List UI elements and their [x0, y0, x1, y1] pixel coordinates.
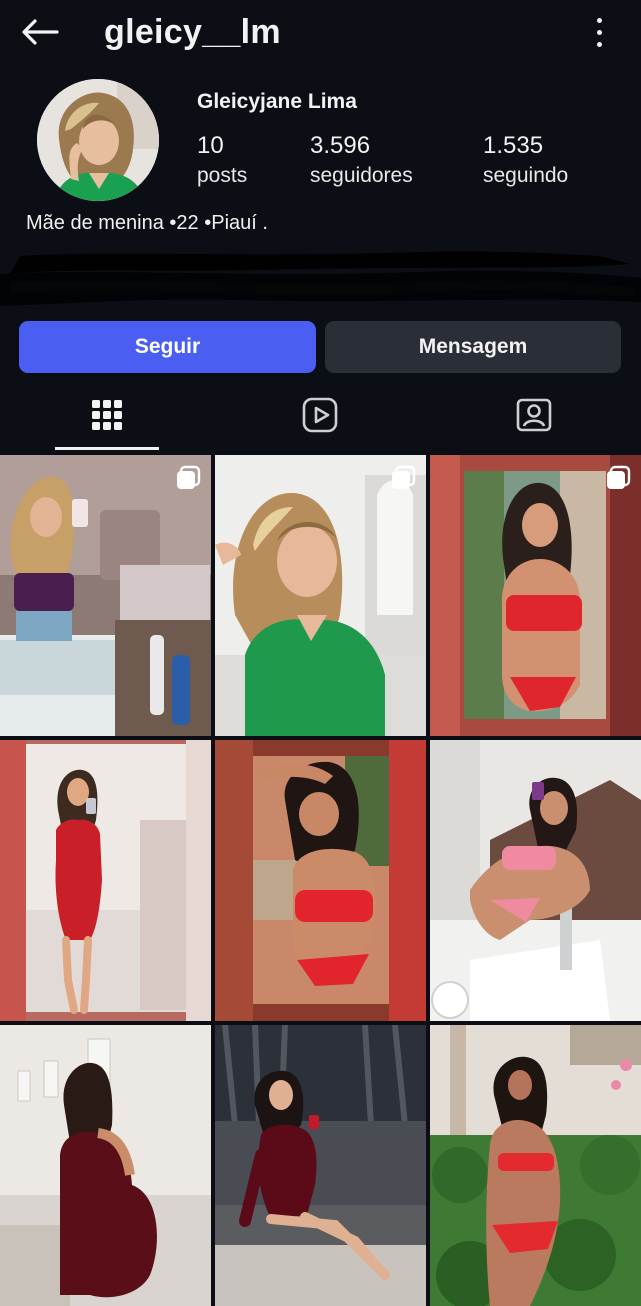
- redaction-scribble: [0, 251, 641, 306]
- posts-label: posts: [197, 164, 248, 187]
- reels-icon: [302, 397, 338, 433]
- top-bar: gleicy__lm: [0, 0, 641, 68]
- multiple-photos-icon: [392, 465, 416, 489]
- profile-full-name: Gleicyjane Lima: [197, 90, 357, 113]
- post-thumbnail-2[interactable]: [215, 455, 426, 736]
- posts-count: 10: [197, 132, 224, 159]
- grid-icon: [92, 400, 122, 430]
- back-arrow-icon[interactable]: [18, 12, 62, 52]
- multiple-photos-icon: [177, 465, 201, 489]
- message-button[interactable]: Mensagem: [325, 321, 621, 373]
- active-tab-indicator: [55, 447, 159, 450]
- post-thumbnail-1[interactable]: [0, 455, 211, 736]
- follow-button[interactable]: Seguir: [19, 321, 316, 373]
- tab-posts-grid[interactable]: [47, 380, 167, 450]
- post-thumbnail-3[interactable]: [430, 455, 641, 736]
- post-thumbnail-5[interactable]: [215, 740, 426, 1021]
- post-thumbnail-4[interactable]: [0, 740, 211, 1021]
- multiple-photos-icon: [607, 465, 631, 489]
- following-count: 1.535: [483, 132, 544, 159]
- profile-avatar[interactable]: [37, 79, 159, 201]
- followers-stat[interactable]: 3.596 seguidores: [310, 131, 413, 191]
- profile-username: gleicy__lm: [104, 13, 281, 51]
- post-thumbnail-6[interactable]: [430, 740, 641, 1021]
- following-label: seguindo: [483, 164, 569, 187]
- more-options-icon[interactable]: [593, 14, 605, 50]
- post-thumbnail-8[interactable]: [215, 1025, 426, 1306]
- followers-label: seguidores: [310, 164, 413, 187]
- followers-count: 3.596: [310, 132, 371, 159]
- tab-tagged[interactable]: [474, 380, 594, 450]
- tagged-icon: [516, 398, 552, 432]
- post-thumbnail-7[interactable]: [0, 1025, 211, 1306]
- posts-stat: 10 posts: [197, 131, 247, 191]
- tab-reels[interactable]: [260, 380, 380, 450]
- following-stat[interactable]: 1.535 seguindo: [483, 131, 568, 191]
- post-thumbnail-9[interactable]: [430, 1025, 641, 1306]
- profile-bio: Mãe de menina •22 •Piauí .: [26, 212, 268, 234]
- profile-tabs: [0, 380, 641, 452]
